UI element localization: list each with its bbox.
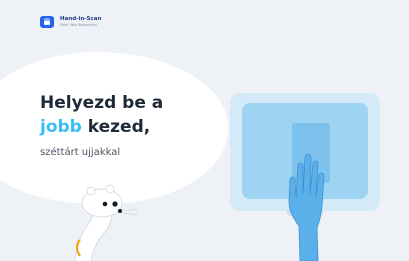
- headline-line2: kezed,: [81, 117, 151, 137]
- palm-logo-icon: [40, 16, 54, 28]
- instruction-headline: Helyezd be a jobb kezed,: [40, 91, 163, 139]
- scan-instruction-screen: Hand-in-Scan Palm Vein Biometrics Helyez…: [0, 0, 409, 261]
- brand-logo: Hand-in-Scan Palm Vein Biometrics: [40, 16, 101, 28]
- hand-side-highlight: jobb: [40, 117, 82, 137]
- brand-name: Hand-in-Scan: [60, 16, 102, 22]
- instruction-subtitle: széttárt ujjakkal: [40, 147, 121, 158]
- right-hand-icon: [282, 122, 342, 261]
- ferret-mascot-icon: [62, 178, 142, 261]
- brand-tagline: Palm Vein Biometrics: [60, 22, 97, 27]
- headline-line1: Helyezd be a: [40, 93, 164, 113]
